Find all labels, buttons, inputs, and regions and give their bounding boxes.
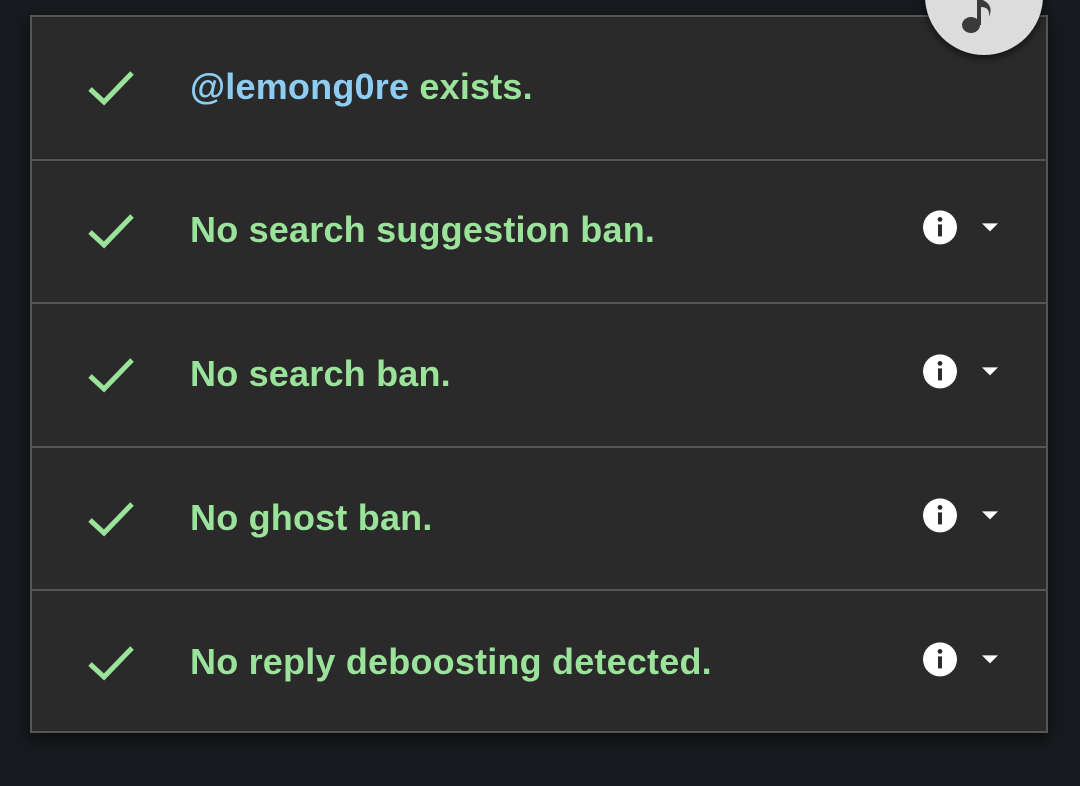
check-icon [88, 214, 134, 249]
result-row-exists: @lemong0re exists. [32, 17, 1046, 161]
info-icon[interactable] [922, 642, 958, 678]
check-icon [88, 501, 134, 537]
result-text: @lemong0re exists. [190, 66, 533, 108]
shadowban-results-panel: @lemong0re exists. No search suggestion … [30, 15, 1048, 733]
info-icon[interactable] [922, 497, 958, 533]
info-icon[interactable] [922, 353, 958, 389]
check-icon [88, 646, 134, 681]
result-row-search-suggestion-ban: No search suggestion ban. [32, 161, 1046, 305]
info-icon[interactable] [922, 210, 958, 246]
chevron-down-icon[interactable] [980, 654, 1000, 666]
chevron-down-icon[interactable] [980, 509, 1000, 521]
check-icon [88, 71, 134, 106]
user-handle: @lemong0re [190, 65, 410, 107]
result-text: No ghost ban. [190, 496, 433, 538]
app-screen: @lemong0re exists. No search suggestion … [0, 0, 1080, 786]
result-text: No search suggestion ban. [190, 209, 656, 251]
check-icon [88, 358, 134, 393]
result-text: No reply deboosting detected. [190, 641, 712, 683]
chevron-down-icon[interactable] [980, 222, 1000, 234]
result-row-reply-deboosting: No reply deboosting detected. [32, 591, 1046, 735]
exists-label: exists. [409, 65, 533, 107]
chevron-down-icon[interactable] [980, 365, 1000, 377]
result-row-search-ban: No search ban. [32, 304, 1046, 448]
result-text: No search ban. [190, 353, 451, 395]
result-row-ghost-ban: No ghost ban. [32, 448, 1046, 592]
music-note-icon [962, 0, 991, 33]
